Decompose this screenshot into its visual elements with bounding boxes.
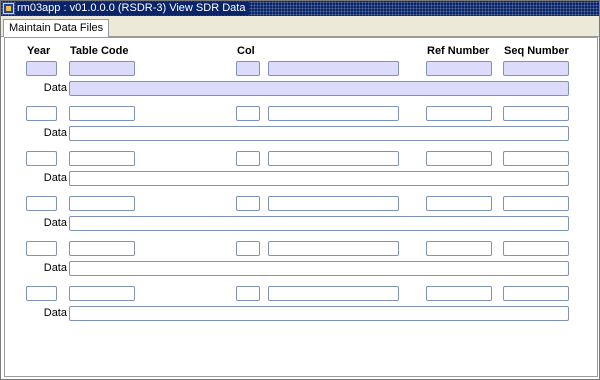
title-bar[interactable]: rm03app : v01.0.0.0 (RSDR-3) View SDR Da… (1, 1, 599, 16)
ref-number-field[interactable] (426, 286, 492, 301)
app-window: rm03app : v01.0.0.0 (RSDR-3) View SDR Da… (0, 0, 600, 380)
ref-number-field[interactable] (426, 61, 492, 76)
ref-number-field[interactable] (426, 241, 492, 256)
table-code-field[interactable] (69, 106, 135, 121)
col-field[interactable] (236, 151, 260, 166)
col-description-field[interactable] (268, 286, 399, 301)
seq-number-header: Seq Number (504, 45, 569, 57)
data-field[interactable] (69, 81, 569, 96)
ref-number-field[interactable] (426, 106, 492, 121)
table-code-field[interactable] (69, 196, 135, 211)
seq-number-field[interactable] (503, 241, 569, 256)
col-field[interactable] (236, 241, 260, 256)
seq-number-field[interactable] (503, 151, 569, 166)
col-description-field[interactable] (268, 106, 399, 121)
col-field[interactable] (236, 106, 260, 121)
year-field[interactable] (26, 196, 57, 211)
data-field[interactable] (69, 171, 569, 186)
table-code-field[interactable] (69, 151, 135, 166)
table-code-field[interactable] (69, 286, 135, 301)
data-field[interactable] (69, 306, 569, 321)
data-field[interactable] (69, 261, 569, 276)
year-header: Year (27, 45, 51, 57)
seq-number-field[interactable] (503, 61, 569, 76)
col-field[interactable] (236, 286, 260, 301)
data-field[interactable] (69, 126, 569, 141)
data-label: Data (43, 127, 67, 139)
col-description-field[interactable] (268, 61, 399, 76)
col-description-field[interactable] (268, 241, 399, 256)
tab-strip: Maintain Data Files (1, 16, 599, 37)
data-label: Data (43, 217, 67, 229)
col-field[interactable] (236, 61, 260, 76)
data-label: Data (43, 307, 67, 319)
data-field[interactable] (69, 216, 569, 231)
data-label: Data (43, 262, 67, 274)
window-title: rm03app : v01.0.0.0 (RSDR-3) View SDR Da… (16, 2, 250, 15)
col-header: Col (237, 45, 255, 57)
ref-number-field[interactable] (426, 196, 492, 211)
col-description-field[interactable] (268, 196, 399, 211)
app-icon (3, 3, 14, 14)
ref-number-header: Ref Number (427, 45, 490, 57)
seq-number-field[interactable] (503, 286, 569, 301)
year-field[interactable] (26, 61, 57, 76)
table-code-field[interactable] (69, 61, 135, 76)
data-label: Data (43, 82, 67, 94)
ref-number-field[interactable] (426, 151, 492, 166)
table-code-header: Table Code (70, 45, 129, 57)
year-field[interactable] (26, 151, 57, 166)
year-field[interactable] (26, 241, 57, 256)
year-field[interactable] (26, 286, 57, 301)
year-field[interactable] (26, 106, 57, 121)
seq-number-field[interactable] (503, 196, 569, 211)
col-field[interactable] (236, 196, 260, 211)
tab-maintain-data-files[interactable]: Maintain Data Files (3, 19, 110, 37)
table-code-field[interactable] (69, 241, 135, 256)
col-description-field[interactable] (268, 151, 399, 166)
seq-number-field[interactable] (503, 106, 569, 121)
data-label: Data (43, 172, 67, 184)
